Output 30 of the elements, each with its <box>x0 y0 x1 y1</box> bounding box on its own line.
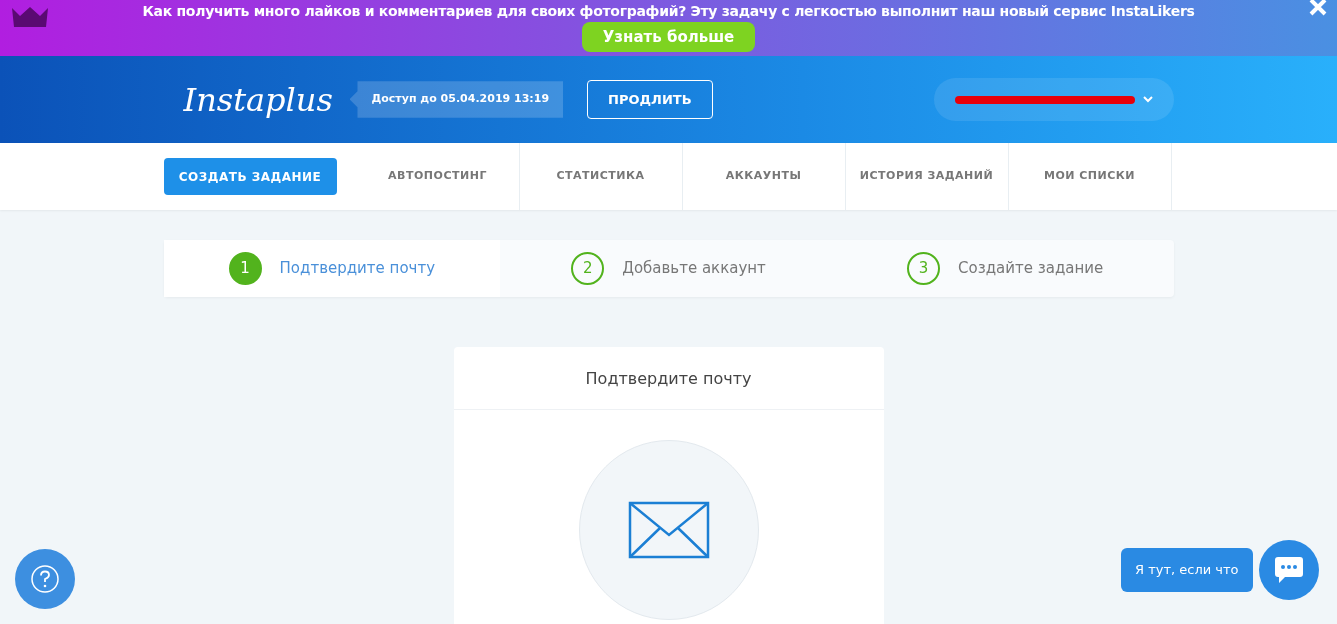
logo[interactable]: Instaplus <box>163 75 334 124</box>
nav-tab[interactable]: ИСТОРИЯ ЗАДАНИЙ <box>845 143 1009 210</box>
crown-icon <box>10 6 50 28</box>
nav-tab[interactable]: АВТОПОСТИНГ <box>356 143 520 210</box>
envelope-icon <box>627 501 710 559</box>
step-label: Добавьте аккаунт <box>622 258 766 280</box>
step-label: Создайте задание <box>958 258 1104 280</box>
create-task-button[interactable]: СОЗДАТЬ ЗАДАНИЕ <box>163 158 337 195</box>
step-tab[interactable]: 2 Добавьте аккаунт <box>500 240 837 297</box>
step-number: 1 <box>228 252 262 285</box>
step-label: Подтвердите почту <box>279 258 436 280</box>
step-number: 3 <box>907 252 941 285</box>
chat-bubble: Я тут, если что <box>1121 548 1253 592</box>
step-tab[interactable]: 3 Создайте задание <box>836 240 1174 297</box>
help-icon <box>30 564 60 594</box>
nav-tab[interactable]: СТАТИСТИКА <box>519 143 683 210</box>
renew-button[interactable]: ПРОДЛИТЬ <box>587 79 713 120</box>
card-title: Подтвердите почту <box>453 347 884 410</box>
account-menu[interactable] <box>933 78 1174 121</box>
banner-text: Как получить много лайков и комментариев для своих фотографий? Эту задачу с легкостью выполнит наш новый сервис InstaLikers <box>141 2 1196 21</box>
access-badge: Доступ до 05.04.2019 13:19 <box>349 81 564 118</box>
step-number: 2 <box>571 252 605 285</box>
step-tab[interactable]: 1 Подтвердите почту <box>163 240 501 297</box>
close-icon[interactable] <box>1309 0 1327 16</box>
chevron-down-icon <box>1142 96 1153 103</box>
chat-button[interactable] <box>1259 540 1319 600</box>
nav-tab[interactable]: МОИ СПИСКИ <box>1008 143 1172 210</box>
help-button[interactable] <box>15 549 75 609</box>
nav-tab[interactable]: АККАУНТЫ <box>682 143 846 210</box>
chat-icon <box>1273 555 1305 585</box>
